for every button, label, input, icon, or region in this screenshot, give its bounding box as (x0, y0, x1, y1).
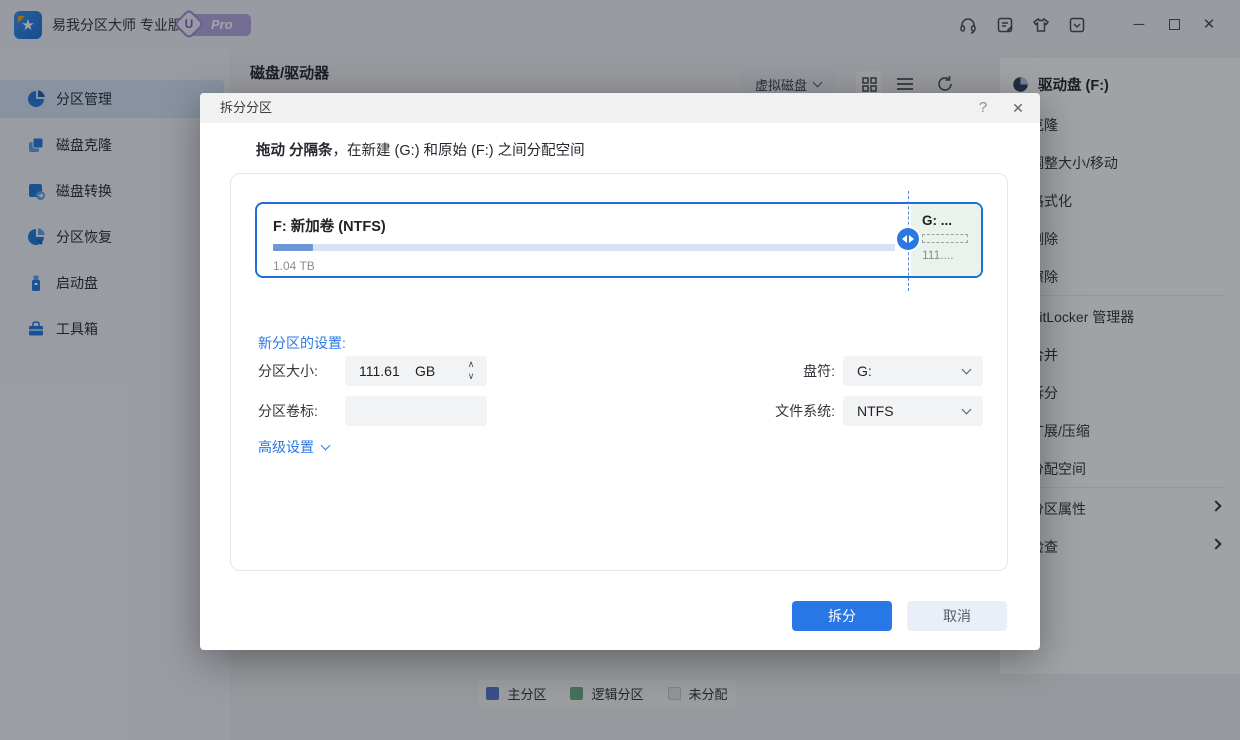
dialog-instruction: 拖动 分隔条，在新建 (G:) 和原始 (F:) 之间分配空间 (256, 139, 585, 160)
partition-bar: F: 新加卷 (NTFS) 1.04 TB G: ... 111.... (255, 202, 983, 278)
arrow-right-icon (909, 235, 914, 243)
advanced-settings-label: 高级设置 (258, 439, 314, 455)
new-partition-size: 111.... (922, 248, 954, 262)
partition-size-label: 分区大小: (258, 363, 318, 379)
drive-letter-value: G: (857, 363, 872, 379)
new-partition-label: G: ... (922, 213, 952, 228)
usage-fill (273, 244, 314, 251)
source-partition-label: F: 新加卷 (NTFS) (273, 219, 386, 235)
volume-label-label: 分区卷标: (258, 403, 318, 419)
cancel-button[interactable]: 取消 (907, 601, 1007, 631)
source-partition-section[interactable]: F: 新加卷 (NTFS) 1.04 TB (257, 204, 911, 276)
partition-size-value: 111.61 (359, 363, 400, 379)
chevron-down-icon (961, 404, 972, 415)
instruction-rest: ，在新建 (G:) 和原始 (F:) 之间分配空间 (332, 143, 585, 159)
dialog-header: 拆分分区 ? ✕ (200, 93, 1040, 123)
source-partition-size: 1.04 TB (273, 259, 315, 273)
split-partition-dialog: 拆分分区 ? ✕ 拖动 分隔条，在新建 (G:) 和原始 (F:) 之间分配空间… (200, 93, 1040, 650)
split-drag-handle[interactable] (897, 228, 919, 250)
new-partition-settings-heading: 新分区的设置: (258, 335, 346, 351)
instruction-bold: 拖动 分隔条 (256, 143, 333, 159)
partition-size-input[interactable]: 111.61 GB ∧ ∨ (345, 356, 487, 386)
new-partition-empty-gauge (922, 234, 968, 243)
chevron-down-icon (961, 364, 972, 375)
drive-letter-dropdown[interactable]: G: (843, 356, 983, 386)
chevron-down-icon (320, 440, 331, 451)
usage-track (273, 244, 895, 251)
filesystem-label: 文件系统: (775, 403, 835, 419)
split-confirm-button[interactable]: 拆分 (792, 601, 892, 631)
dialog-title: 拆分分区 (220, 100, 273, 115)
partition-size-unit: GB (415, 363, 436, 379)
help-button[interactable]: ? (972, 93, 994, 123)
arrow-left-icon (902, 235, 907, 243)
size-stepper[interactable]: ∧ ∨ (465, 358, 477, 384)
volume-label-input[interactable] (345, 396, 487, 426)
volume-label-field (345, 396, 487, 426)
new-partition-section[interactable]: G: ... 111.... (911, 204, 981, 276)
filesystem-value: NTFS (857, 403, 894, 419)
filesystem-dropdown[interactable]: NTFS (843, 396, 983, 426)
dialog-close-button[interactable]: ✕ (1006, 93, 1030, 123)
drive-letter-label: 盘符: (803, 363, 835, 379)
advanced-settings-toggle[interactable]: 高级设置 (258, 437, 331, 457)
